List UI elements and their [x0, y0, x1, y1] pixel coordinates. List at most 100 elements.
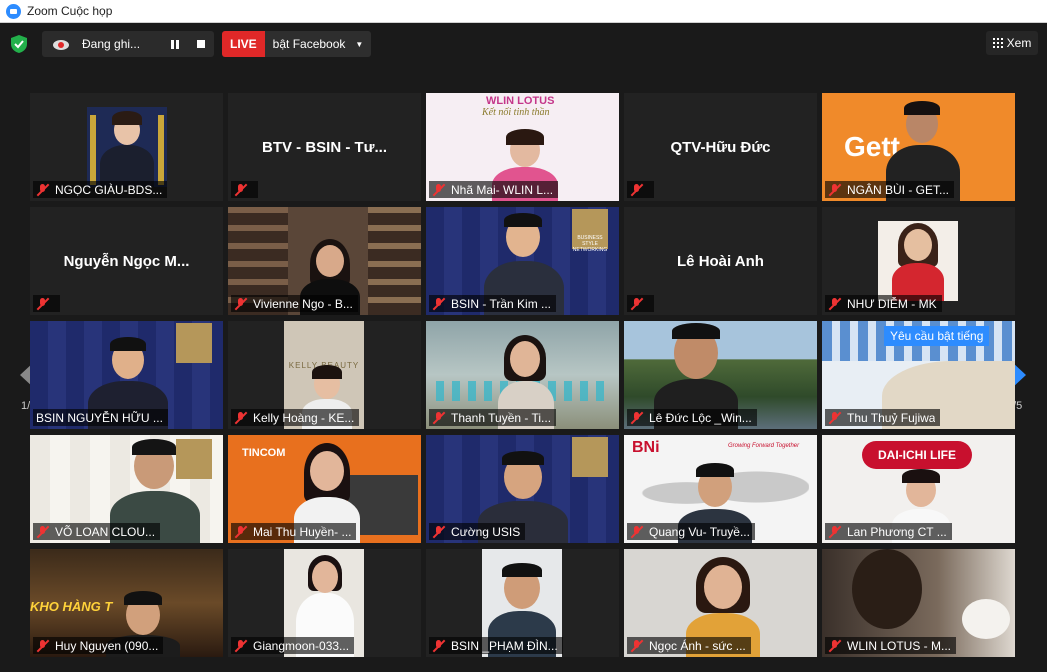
security-shield-icon[interactable]	[11, 35, 27, 53]
participant-tile[interactable]: TINCOM Mai Thu Huyền- ...	[228, 435, 421, 543]
participant-tile[interactable]: WLIN LOTUS Kết nối tinh thần Nhã Mai- WL…	[426, 93, 619, 201]
participant-name-label: BSIN - Trần Kim ...	[429, 295, 557, 312]
grid-icon	[992, 38, 1003, 48]
participant-tile[interactable]: BTV - BSIN - Tư...	[228, 93, 421, 201]
mic-muted-icon	[234, 297, 248, 310]
participant-name-label: Thanh Tuyền - Ti...	[429, 409, 557, 426]
mic-muted-icon	[36, 639, 50, 652]
mic-muted-icon	[36, 297, 50, 310]
bni-backdrop-tagline: Growing Forward Together	[728, 443, 800, 449]
participant-tile[interactable]: Vivienne Ngo - B...	[228, 207, 421, 315]
participant-tile[interactable]: Ngọc Ánh - sức ...	[624, 549, 817, 657]
caret-down-icon: ▼	[355, 39, 364, 49]
participant-name-label: BSIN NGUYỄN HỮU ...	[33, 409, 168, 426]
mic-muted-icon	[432, 411, 446, 424]
participant-tile[interactable]: BNi Growing Forward Together Quang Vu- T…	[624, 435, 817, 543]
tincom-backdrop-logo: TINCOM	[242, 447, 286, 459]
participant-name-label: VÕ LOAN CLOU...	[33, 523, 161, 540]
participant-tile[interactable]: NHƯ DIỄM - MK	[822, 207, 1015, 315]
participant-name-label	[627, 295, 654, 312]
participant-name-label	[627, 181, 654, 198]
daiichi-backdrop-logo: DAI-ICHI LIFE	[862, 441, 972, 469]
mic-muted-icon	[828, 297, 842, 310]
participant-tile[interactable]: DAI-ICHI LIFE Lan Phương CT ...	[822, 435, 1015, 543]
mic-muted-icon	[630, 411, 644, 424]
stop-recording-button[interactable]	[188, 31, 214, 57]
participant-tile[interactable]: Thanh Tuyền - Ti...	[426, 321, 619, 429]
tooltip-text: Yêu cầu bật tiếng	[890, 329, 984, 343]
zoom-logo-icon	[6, 3, 21, 19]
participant-name-label: NGÂN BÙI - GET...	[825, 181, 955, 198]
mic-muted-icon	[432, 183, 446, 196]
participant-name-label: Vivienne Ngo - B...	[231, 295, 358, 312]
live-stream-control[interactable]: LIVE bật Facebook ▼	[222, 31, 372, 57]
participant-name-label: Lê Đức Lộc _Win...	[627, 409, 757, 426]
participant-tile[interactable]: BUSINESS STYLE NETWORKING BSIN - Trần Ki…	[426, 207, 619, 315]
live-destination-label: bật Facebook	[272, 37, 346, 51]
participant-name-label: NGỌC GIÀU-BDS...	[33, 181, 168, 198]
participant-name-label: Huy Nguyen (090...	[33, 637, 164, 654]
recording-indicator: Đang ghi...	[42, 31, 214, 57]
live-badge: LIVE	[222, 31, 265, 57]
cloud-recording-icon	[53, 40, 69, 50]
participant-tile[interactable]: KHO HÀNG T Huy Nguyen (090...	[30, 549, 223, 657]
stop-icon	[197, 40, 205, 48]
mic-muted-icon	[234, 183, 248, 196]
networking-backdrop-logo: BUSINESS STYLE NETWORKING	[572, 209, 608, 253]
mic-muted-icon	[828, 411, 842, 424]
participant-tile[interactable]: KELLY BEAUTY Kelly Hoàng - KE...	[228, 321, 421, 429]
participant-name-label: Thu Thuỷ Fujiwa	[825, 409, 941, 426]
mic-muted-icon	[234, 411, 248, 424]
mic-muted-icon	[36, 525, 50, 538]
mic-muted-icon	[36, 183, 50, 196]
wlin-backdrop-subtitle: Kết nối tinh thần	[482, 107, 550, 118]
meeting-toolbar: Đang ghi... LIVE bật Facebook ▼ Xem	[0, 23, 1047, 63]
kho-hang-backdrop-text: KHO HÀNG T	[30, 599, 113, 614]
participant-tile[interactable]: Lê Hoài Anh	[624, 207, 817, 315]
participant-name-label: NHƯ DIỄM - MK	[825, 295, 942, 312]
window-title: Zoom Cuộc họp	[27, 4, 113, 18]
participant-name-label: Nhã Mai- WLIN L...	[429, 181, 559, 198]
participant-tile[interactable]: QTV-Hữu Đức	[624, 93, 817, 201]
live-destination-dropdown[interactable]: bật Facebook ▼	[264, 31, 372, 57]
view-label: Xem	[1006, 36, 1032, 50]
participant-tile[interactable]: VÕ LOAN CLOU...	[30, 435, 223, 543]
participant-name-label: WLIN LOTUS - M...	[825, 637, 957, 654]
participant-name-label	[231, 181, 258, 198]
participant-name-label: Mai Thu Huyền- ...	[231, 523, 357, 540]
participant-tile[interactable]: WLIN LOTUS - M...	[822, 549, 1015, 657]
wlin-backdrop-title: WLIN LOTUS	[486, 95, 555, 107]
participant-name-label: Lan Phương CT ...	[825, 523, 952, 540]
participant-name-label: Cường USIS	[429, 523, 526, 540]
unmute-request-tooltip[interactable]: Yêu cầu bật tiếng	[884, 326, 990, 346]
mic-muted-icon	[234, 639, 248, 652]
mic-muted-icon	[630, 639, 644, 652]
participant-tile[interactable]: Lê Đức Lộc _Win...	[624, 321, 817, 429]
pause-recording-button[interactable]	[162, 31, 188, 57]
view-button[interactable]: Xem	[986, 31, 1038, 55]
participant-name-label: Giangmoon-033...	[231, 637, 355, 654]
title-bar: Zoom Cuộc họp	[0, 0, 1047, 23]
mic-muted-icon	[828, 639, 842, 652]
participant-tile[interactable]: Cường USIS	[426, 435, 619, 543]
participant-tile-active-speaker[interactable]: BSIN NGUYỄN HỮU ...	[30, 321, 223, 429]
participant-name-label	[33, 295, 60, 312]
mic-muted-icon	[630, 525, 644, 538]
mic-muted-icon	[630, 183, 644, 196]
pause-icon	[171, 39, 179, 49]
participant-tile[interactable]: Nguyễn Ngọc M...	[30, 207, 223, 315]
participant-tile[interactable]: Gett NGÂN BÙI - GET...	[822, 93, 1015, 201]
recording-label: Đang ghi...	[82, 37, 141, 51]
participant-name-label: Ngọc Ánh - sức ...	[627, 637, 751, 654]
mic-muted-icon	[234, 525, 248, 538]
video-gallery: NGỌC GIÀU-BDS... BTV - BSIN - Tư... WLIN…	[30, 93, 1016, 658]
mic-muted-icon	[432, 639, 446, 652]
mic-muted-icon	[432, 525, 446, 538]
participant-name-label: Kelly Hoàng - KE...	[231, 409, 360, 426]
participant-tile[interactable]: BSIN _PHẠM ĐÌN...	[426, 549, 619, 657]
participant-tile[interactable]: NGỌC GIÀU-BDS...	[30, 93, 223, 201]
participant-name-label: Quang Vu- Truyề...	[627, 523, 755, 540]
bni-backdrop-logo: BNi	[632, 439, 660, 456]
participant-tile[interactable]: Giangmoon-033...	[228, 549, 421, 657]
mic-muted-icon	[432, 297, 446, 310]
